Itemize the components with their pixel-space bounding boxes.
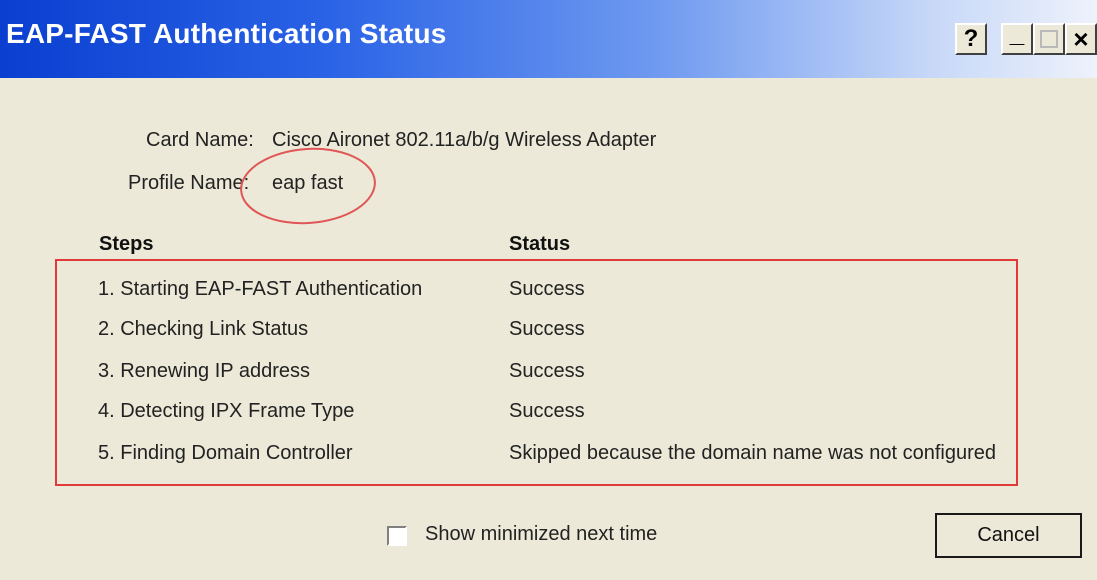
cancel-button[interactable]: Cancel <box>935 513 1082 558</box>
step-status: Skipped because the domain name was not … <box>509 442 996 464</box>
step-name: 1. Starting EAP-FAST Authentication <box>98 278 423 300</box>
step-status: Success <box>509 318 585 340</box>
step-row: 3. Renewing IP address Success <box>0 360 1097 390</box>
step-name: 3. Renewing IP address <box>98 360 310 382</box>
show-minimized-label[interactable]: Show minimized next time <box>425 523 657 546</box>
step-row: 4. Detecting IPX Frame Type Success <box>0 400 1097 430</box>
step-status: Success <box>509 400 585 422</box>
step-row: 1. Starting EAP-FAST Authentication Succ… <box>0 278 1097 308</box>
steps-column-header: Steps <box>99 233 154 255</box>
step-name: 2. Checking Link Status <box>98 318 309 340</box>
step-name: 5. Finding Domain Controller <box>98 442 353 464</box>
step-name: 4. Detecting IPX Frame Type <box>98 400 355 422</box>
step-row: 5. Finding Domain Controller Skipped bec… <box>0 442 1097 472</box>
step-status: Success <box>509 278 585 300</box>
show-minimized-checkbox[interactable] <box>387 526 407 546</box>
status-column-header: Status <box>509 233 571 255</box>
dialog-window: EAP-FAST Authentication Status ? _ × Car… <box>0 0 1097 580</box>
step-status: Success <box>509 360 585 382</box>
step-row: 2. Checking Link Status Success <box>0 318 1097 348</box>
